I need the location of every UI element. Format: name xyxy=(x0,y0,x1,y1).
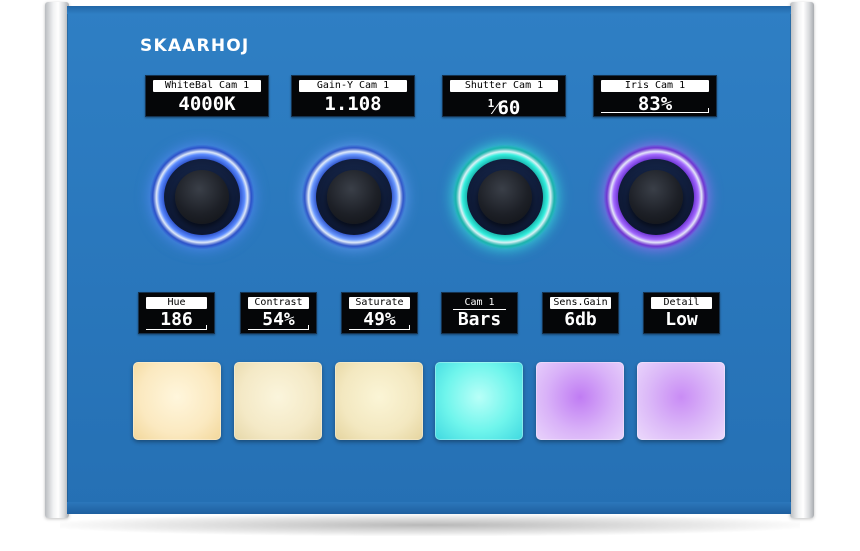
display-hue: Hue 186 xyxy=(138,292,215,334)
display-value: 6db xyxy=(564,309,597,330)
display-label: Gain-Y Cam 1 xyxy=(299,80,407,92)
display-shutter: Shutter Cam 1 1⁄60 xyxy=(442,75,566,119)
brand-logo: SKAARHOJ xyxy=(140,36,250,56)
display-value: Bars xyxy=(457,309,502,330)
encoder-knob[interactable] xyxy=(327,170,381,224)
saturate-level-bar xyxy=(349,325,410,330)
display-label: Shutter Cam 1 xyxy=(450,80,558,92)
display-value: Low xyxy=(665,309,698,330)
display-value: 49% xyxy=(363,309,396,330)
display-value: 1⁄60 xyxy=(487,97,521,119)
display-label: Sens.Gain xyxy=(550,297,611,309)
button-6[interactable] xyxy=(637,362,725,440)
display-sens-gain: Sens.Gain 6db xyxy=(542,292,619,334)
display-value: 1.108 xyxy=(324,93,382,115)
encoder-1[interactable] xyxy=(150,145,254,249)
display-label: Hue xyxy=(146,297,207,309)
encoder-4[interactable] xyxy=(604,145,708,249)
button-4[interactable] xyxy=(435,362,523,440)
button-5[interactable] xyxy=(536,362,624,440)
skaarhoj-controller: SKAARHOJ WhiteBal Cam 1 4000K Gain-Y Cam… xyxy=(0,0,860,551)
display-value: 186 xyxy=(160,309,193,330)
right-side-rail xyxy=(790,2,814,518)
display-saturate: Saturate 49% xyxy=(341,292,418,334)
display-label: WhiteBal Cam 1 xyxy=(153,80,261,92)
display-whitebalance: WhiteBal Cam 1 4000K xyxy=(145,75,269,117)
button-3[interactable] xyxy=(335,362,423,440)
display-iris: Iris Cam 1 83% xyxy=(593,75,717,117)
display-label: Saturate xyxy=(349,297,410,309)
button-1[interactable] xyxy=(133,362,221,440)
display-label: Detail xyxy=(651,297,712,309)
iris-level-bar xyxy=(601,108,709,113)
display-label: Iris Cam 1 xyxy=(601,80,709,92)
shutter-numerator: 1 xyxy=(487,97,495,110)
encoder-3[interactable] xyxy=(453,145,557,249)
display-label: Contrast xyxy=(248,297,309,309)
encoder-knob[interactable] xyxy=(175,170,229,224)
floor-shadow xyxy=(60,514,800,536)
display-detail: Detail Low xyxy=(643,292,720,334)
encoder-knob[interactable] xyxy=(629,170,683,224)
display-gain-y: Gain-Y Cam 1 1.108 xyxy=(291,75,415,117)
display-value: 83% xyxy=(637,93,673,115)
display-contrast: Contrast 54% xyxy=(240,292,317,334)
encoder-knob[interactable] xyxy=(478,170,532,224)
hue-level-bar xyxy=(146,325,207,330)
shutter-denominator: 60 xyxy=(497,97,521,119)
left-side-rail xyxy=(45,2,69,518)
encoder-2[interactable] xyxy=(302,145,406,249)
display-value: 4000K xyxy=(178,93,236,115)
button-2[interactable] xyxy=(234,362,322,440)
display-cam: Cam 1 Bars xyxy=(441,292,518,334)
contrast-level-bar xyxy=(248,325,309,330)
display-value: 54% xyxy=(262,309,295,330)
